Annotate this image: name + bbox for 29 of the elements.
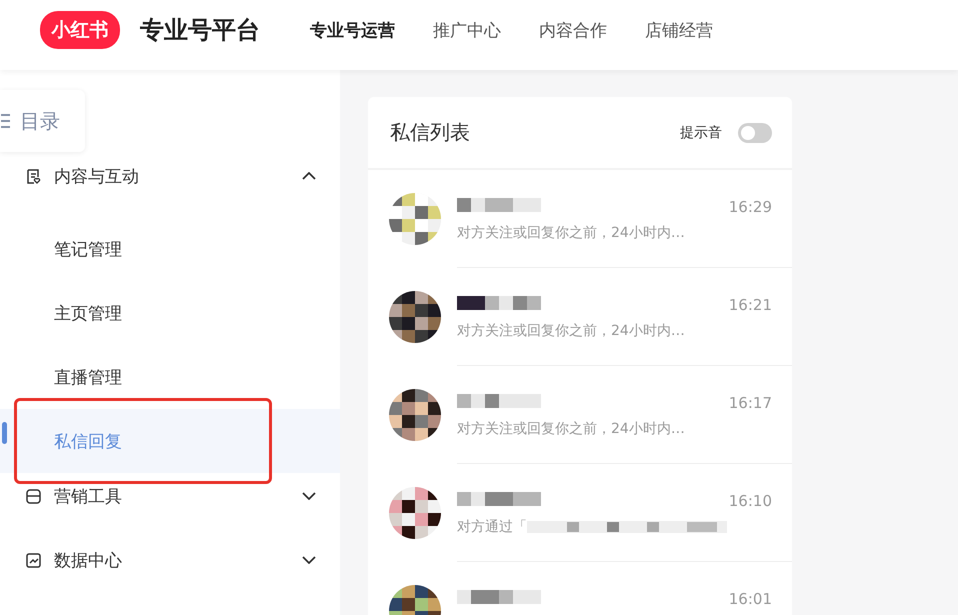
sidebar-item[interactable]: 主页管理 [0,281,340,345]
sidebar-item[interactable]: 直播管理 [0,345,340,409]
sidebar-group[interactable]: 营销工具 [0,473,340,519]
message-preview: 对方通过「 [457,518,527,536]
nav-tab[interactable]: 店铺经营 [645,18,713,42]
chart-icon [25,552,42,568]
message-preview: 对方关注或回复你之前，24小时内… [457,322,685,340]
nav-tab[interactable]: 推广中心 [433,18,501,42]
message-time: 16:01 [728,590,772,608]
menu-icon [0,112,10,130]
nav-tab[interactable]: 专业号运营 [310,18,395,42]
sidebar-group[interactable]: 内容与互动 [0,153,340,199]
platform-title: 专业号平台 [140,15,260,46]
message-time: 16:17 [728,394,772,412]
document-heart-icon [25,168,42,184]
sidebar-group[interactable]: 数据中心 [0,537,340,583]
message-preview: 对方关注或回复你之前，24小时内… [457,420,685,438]
message-time: 16:10 [728,492,772,510]
sound-label: 提示音 [680,124,722,142]
panel-title: 私信列表 [390,119,471,146]
sound-toggle[interactable] [738,122,772,142]
sidebar-item[interactable]: 笔记管理 [0,217,340,281]
logo: 小红书 [40,11,120,49]
message-time: 16:29 [728,198,772,216]
nav-tab[interactable]: 内容合作 [539,18,607,42]
toc-label: 目录 [20,108,60,134]
box-icon [25,488,42,504]
message-time: 16:21 [728,296,772,314]
message-preview: 对方关注或回复你之前，24小时内… [457,224,685,242]
